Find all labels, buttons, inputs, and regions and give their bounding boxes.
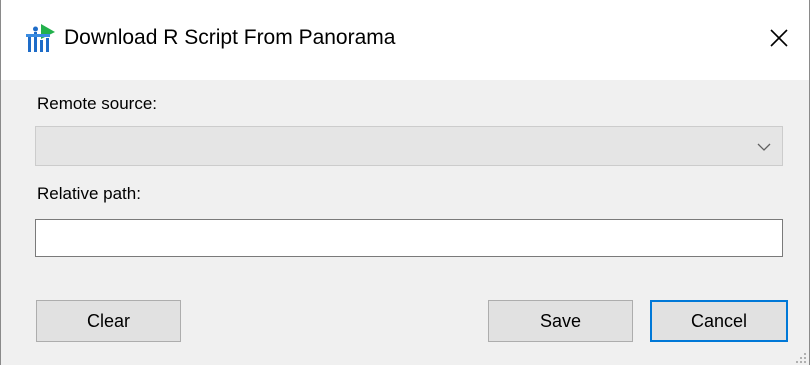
remote-source-label: Remote source: <box>37 94 157 113</box>
panorama-app-icon <box>25 22 59 54</box>
title-bar: Download R Script From Panorama <box>1 0 809 80</box>
close-button[interactable] <box>749 0 809 80</box>
cancel-button[interactable]: Cancel <box>650 300 788 342</box>
chevron-down-icon <box>756 140 772 152</box>
remote-source-dropdown[interactable] <box>35 126 783 166</box>
window-title: Download R Script From Panorama <box>64 26 396 49</box>
clear-button[interactable]: Clear <box>36 300 181 342</box>
dialog-window: Download R Script From Panorama Remote s… <box>0 0 810 365</box>
relative-path-input[interactable] <box>35 219 783 257</box>
relative-path-label: Relative path: <box>37 184 141 203</box>
close-icon <box>769 28 789 53</box>
size-grip-icon[interactable] <box>795 351 807 363</box>
save-button[interactable]: Save <box>488 300 633 342</box>
